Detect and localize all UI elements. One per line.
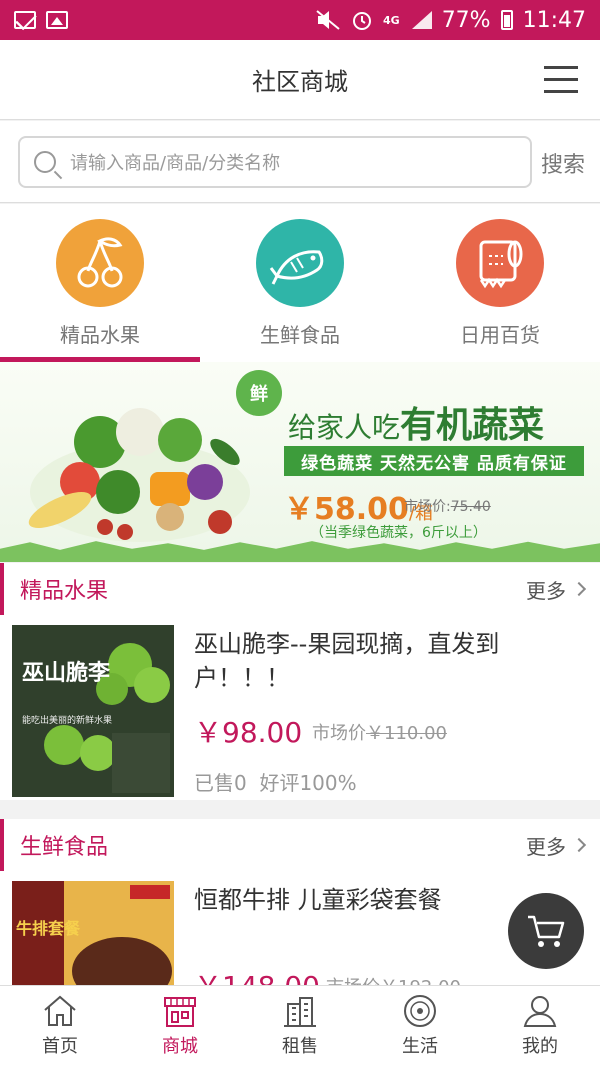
- more-button[interactable]: 更多: [526, 831, 587, 860]
- battery-percent: 77%: [441, 7, 491, 33]
- sold-count: 已售0: [194, 771, 247, 795]
- page-title: 社区商城: [252, 68, 348, 96]
- market-label: 市场价: [326, 977, 380, 985]
- user-icon: [523, 996, 557, 1027]
- product-market-price: 市场价￥192.00: [326, 973, 461, 985]
- menu-button[interactable]: [544, 64, 578, 96]
- tab-shop[interactable]: 商城: [120, 986, 240, 1067]
- mute-icon: [316, 10, 340, 30]
- category-fresh[interactable]: 生鲜食品: [200, 204, 400, 362]
- category-label: 日用百货: [460, 323, 540, 347]
- tab-label: 生活: [402, 1036, 438, 1057]
- app-header: 社区商城: [0, 40, 600, 120]
- tab-me[interactable]: 我的: [480, 986, 600, 1067]
- chevron-right-icon: [571, 581, 587, 597]
- more-label: 更多: [526, 834, 566, 859]
- section-header-fresh: 生鲜食品 更多: [0, 819, 600, 871]
- market-price-value: ￥192.00: [380, 977, 461, 985]
- category-label: 精品水果: [60, 323, 140, 347]
- image-icon: [46, 11, 68, 29]
- product-market-price: 市场价￥110.00: [312, 719, 447, 745]
- cart-button[interactable]: [508, 893, 584, 969]
- tissue-roll-icon: [456, 219, 544, 307]
- headline-prefix: 给家人吃: [288, 411, 401, 444]
- promo-banner[interactable]: 鲜 给家人吃有机蔬菜 绿色蔬菜 天然无公害 品质有保证 ￥58.00/箱 市场价…: [0, 362, 600, 562]
- market-label: 市场价: [312, 723, 366, 744]
- fish-icon: [256, 219, 344, 307]
- product-price: ￥148.00: [194, 965, 320, 985]
- category-label: 生鲜食品: [260, 323, 340, 347]
- shop-icon: [164, 997, 196, 1027]
- product-image[interactable]: 巫山脆李 能吃出美丽的新鲜水果: [12, 625, 174, 797]
- thumb-title: 巫山脆李: [22, 660, 111, 686]
- headline-bold: 有机蔬菜: [400, 405, 545, 446]
- product-stats: 已售0 好评100%: [194, 767, 357, 796]
- tab-label: 首页: [42, 1036, 78, 1057]
- section-accent: [0, 819, 4, 871]
- bottom-tab-bar: 首页 商城 租售 生活 我的: [0, 985, 600, 1067]
- banner-note: （当季绿色蔬菜，6斤以上）: [310, 525, 487, 541]
- banner-headline: 给家人吃有机蔬菜: [288, 396, 544, 448]
- section-accent: [0, 563, 4, 615]
- banner-market-price: 市场价:75.40: [404, 496, 491, 516]
- vegetables-illustration: [20, 382, 260, 556]
- category-daily[interactable]: 日用百货: [400, 204, 600, 362]
- disc-icon: [404, 995, 436, 1027]
- tab-label: 商城: [162, 1036, 198, 1057]
- network-type: 4G: [383, 13, 400, 27]
- market-price-value: 75.40: [450, 499, 491, 515]
- cart-icon: [528, 915, 565, 947]
- signal-icon: [410, 11, 432, 29]
- grass-decoration: [0, 541, 600, 562]
- tab-life[interactable]: 生活: [360, 986, 480, 1067]
- home-icon: [44, 995, 76, 1026]
- clock: 11:47: [522, 7, 586, 33]
- fresh-badge: 鲜: [236, 370, 282, 416]
- product-card[interactable]: 巫山脆李 能吃出美丽的新鲜水果 巫山脆李--果园现摘，直发到户！！！ ￥98.0…: [0, 615, 600, 800]
- alarm-icon: [353, 12, 371, 30]
- search-placeholder: 请输入商品/商品/分类名称: [70, 153, 281, 174]
- tab-home[interactable]: 首页: [0, 986, 120, 1067]
- rating: 好评100%: [259, 771, 357, 795]
- category-fruit[interactable]: 精品水果: [0, 204, 200, 362]
- product-image[interactable]: 牛排套餐: [12, 881, 174, 985]
- section-title: 生鲜食品: [20, 835, 109, 860]
- mail-icon: [14, 11, 36, 29]
- section-header-fruit: 精品水果 更多: [0, 563, 600, 615]
- search-input[interactable]: 请输入商品/商品/分类名称: [18, 136, 532, 188]
- thumb-subtitle: 能吃出美丽的新鲜水果: [22, 716, 113, 726]
- product-price: ￥98.00: [194, 716, 303, 749]
- product-name[interactable]: 巫山脆李--果园现摘，直发到户！！！: [194, 627, 574, 695]
- cherry-icon: [56, 219, 144, 307]
- thumb-title: 牛排套餐: [16, 919, 81, 938]
- battery-icon: [500, 10, 513, 30]
- more-label: 更多: [526, 578, 566, 603]
- market-price-value: ￥110.00: [366, 723, 447, 744]
- tab-rent-sale[interactable]: 租售: [240, 986, 360, 1067]
- tab-label: 租售: [282, 1036, 318, 1057]
- category-nav: 精品水果 生鲜食品 日用百货: [0, 204, 600, 362]
- more-button[interactable]: 更多: [526, 575, 587, 604]
- banner-tagline: 绿色蔬菜 天然无公害 品质有保证: [284, 446, 584, 476]
- search-icon: [34, 151, 56, 173]
- chevron-right-icon: [571, 837, 587, 853]
- market-label: 市场价:: [404, 499, 451, 515]
- section-title: 精品水果: [20, 579, 109, 604]
- status-bar: 4G 77% 11:47: [0, 0, 600, 40]
- building-icon: [284, 997, 316, 1027]
- tab-label: 我的: [522, 1036, 558, 1057]
- search-button[interactable]: 搜索: [541, 147, 585, 179]
- search-bar: 请输入商品/商品/分类名称 搜索: [0, 121, 600, 203]
